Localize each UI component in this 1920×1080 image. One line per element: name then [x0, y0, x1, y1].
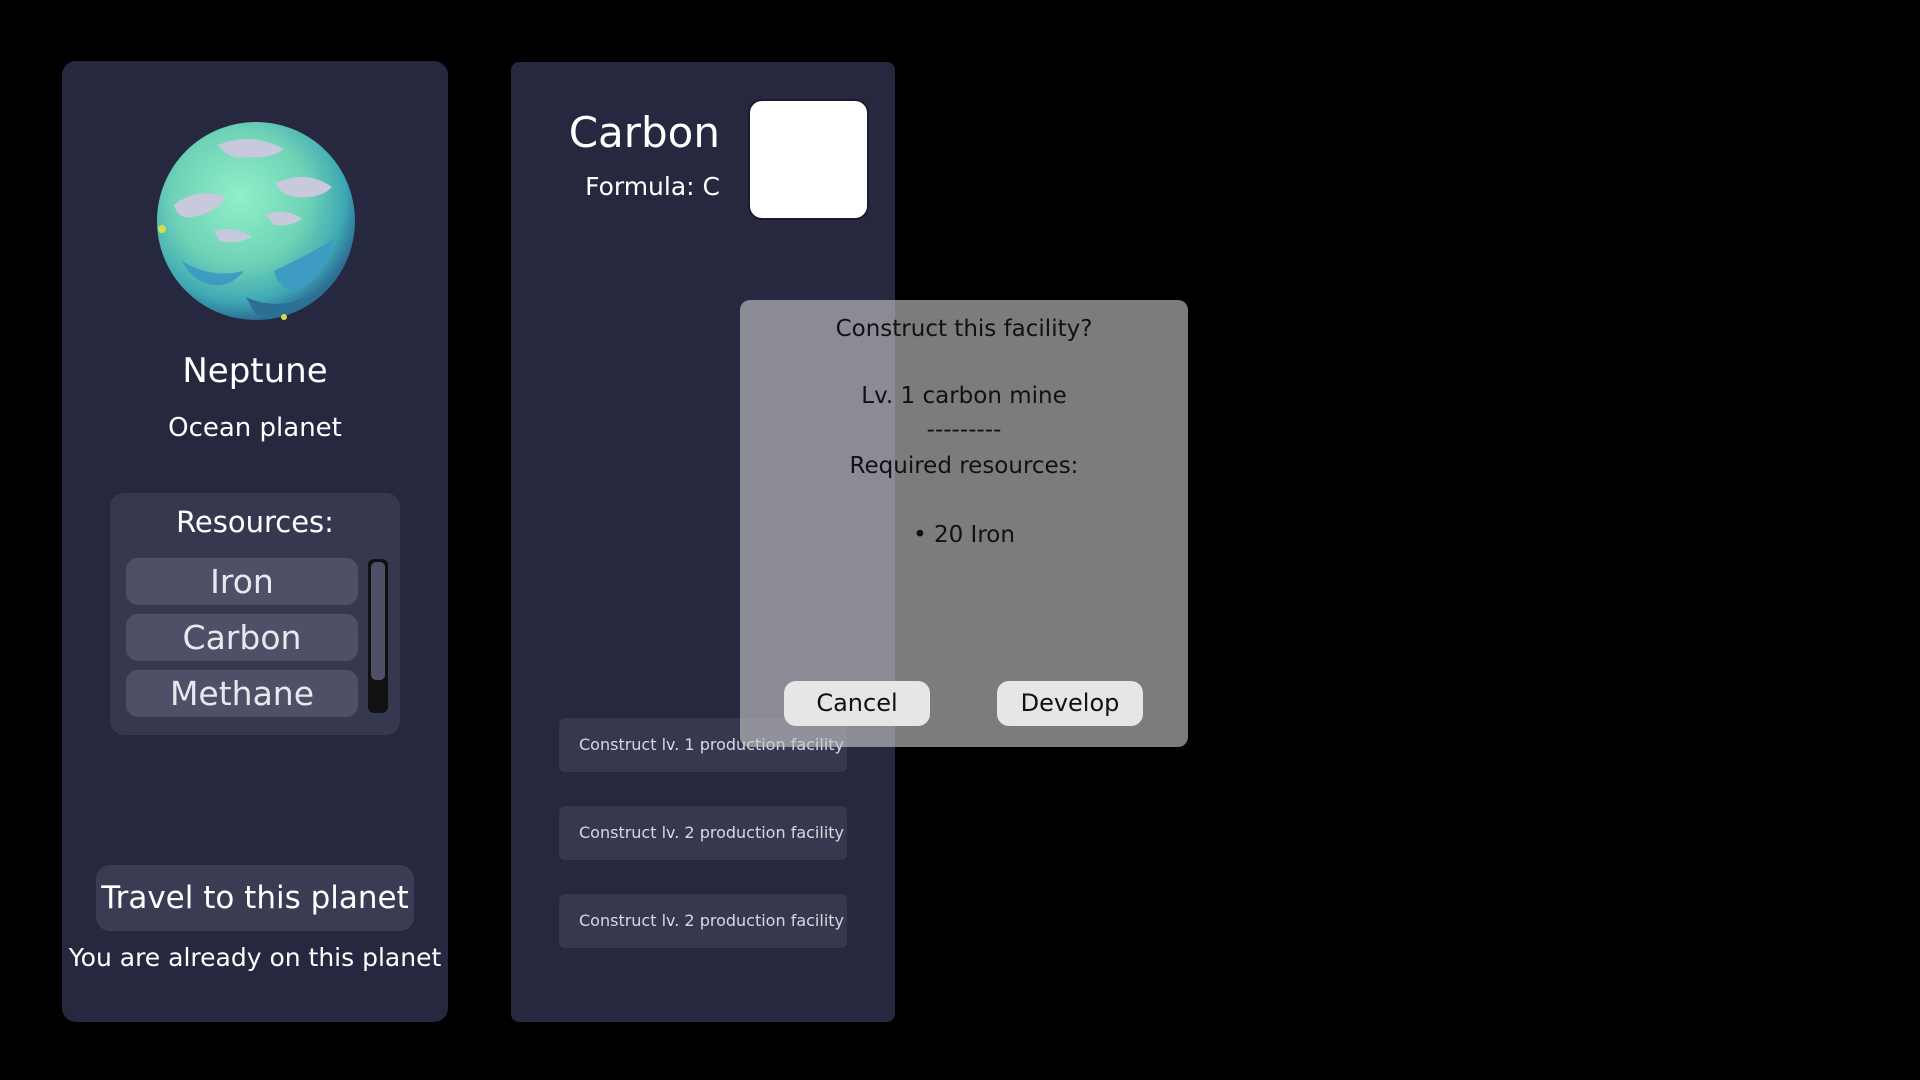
resources-title: Resources: — [176, 505, 334, 539]
dialog-facility-name: Lv. 1 carbon mine — [861, 383, 1067, 409]
resource-item-carbon[interactable]: Carbon — [126, 614, 358, 661]
planet-name: Neptune — [182, 351, 328, 391]
develop-button[interactable]: Develop — [997, 681, 1143, 726]
dialog-requirement-item: • 20 Iron — [913, 522, 1015, 548]
construct-lv2-button-secondary[interactable]: Construct lv. 2 production facility — [559, 894, 847, 948]
material-name: Carbon — [568, 108, 720, 157]
travel-button[interactable]: Travel to this planet — [96, 865, 414, 931]
dialog-required-title: Required resources: — [849, 453, 1079, 479]
construct-lv2-button[interactable]: Construct lv. 2 production facility — [559, 806, 847, 860]
dialog-divider: --------- — [926, 417, 1002, 443]
resource-item-methane[interactable]: Methane — [126, 670, 358, 717]
resources-scrollbar-thumb[interactable] — [371, 562, 385, 680]
resource-item-iron[interactable]: Iron — [126, 558, 358, 605]
resources-box: Resources: Iron Carbon Methane — [110, 493, 400, 735]
travel-status-note: You are already on this planet — [68, 943, 442, 972]
cancel-button[interactable]: Cancel — [784, 681, 930, 726]
construct-confirm-dialog: Construct this facility? Lv. 1 carbon mi… — [740, 300, 1188, 747]
dialog-question: Construct this facility? — [835, 316, 1093, 342]
planet-info-panel: Neptune Ocean planet Resources: Iron Car… — [62, 61, 448, 1022]
planet-type: Ocean planet — [168, 413, 342, 443]
material-image — [748, 99, 869, 220]
material-formula: Formula: C — [585, 172, 720, 201]
planet-sprite-icon — [157, 122, 355, 320]
resources-scrollbar[interactable] — [368, 559, 388, 713]
